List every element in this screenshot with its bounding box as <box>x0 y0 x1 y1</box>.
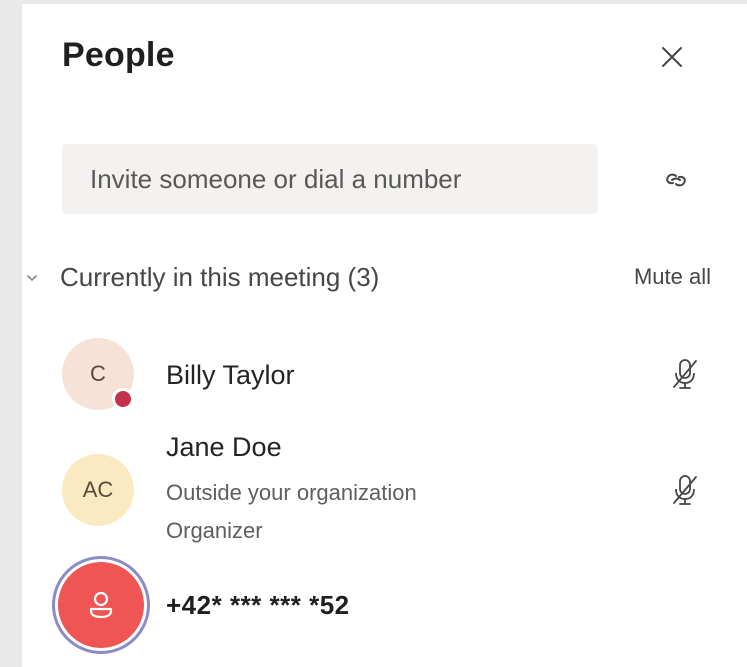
mute-participant-button[interactable] <box>667 472 703 508</box>
chevron-down-icon <box>27 274 37 281</box>
panel-title: People <box>62 36 175 74</box>
phone-user-icon <box>89 591 113 619</box>
mute-all-button[interactable]: Mute all <box>634 264 711 290</box>
invite-row <box>62 144 702 216</box>
panel-header: People <box>62 36 727 84</box>
section-label: Currently in this meeting (3) <box>60 262 380 292</box>
link-icon <box>666 173 686 187</box>
participant-name: Jane Doe <box>166 432 282 462</box>
avatar-initials: AC <box>82 477 114 502</box>
participant-row[interactable]: C Billy Taylor <box>22 336 747 422</box>
close-button[interactable] <box>655 40 689 74</box>
invite-input[interactable] <box>62 144 598 214</box>
participant-row[interactable]: AC Jane Doe Outside your organization Or… <box>22 428 747 558</box>
avatar: AC <box>62 454 134 526</box>
mute-participant-button[interactable] <box>667 356 703 392</box>
section-header: Currently in this meeting (3) Mute all <box>22 250 747 300</box>
participant-name: +42* *** *** *52 <box>166 590 350 620</box>
participant-row[interactable]: +42* *** *** *52 <box>22 556 747 656</box>
participant-role: Organizer <box>166 518 263 543</box>
section-toggle[interactable]: Currently in this meeting (3) <box>26 262 379 293</box>
participant-name: Billy Taylor <box>166 360 295 390</box>
close-icon <box>662 47 682 67</box>
presence-badge <box>112 388 134 410</box>
people-panel: People Currently in this meeting (3) Mut… <box>22 4 747 667</box>
avatar <box>58 562 144 648</box>
share-invite-button[interactable] <box>658 162 694 198</box>
mic-off-icon <box>673 475 697 505</box>
mic-off-icon <box>673 359 697 389</box>
participant-org-note: Outside your organization <box>166 480 417 505</box>
avatar-initials: C <box>90 361 106 386</box>
